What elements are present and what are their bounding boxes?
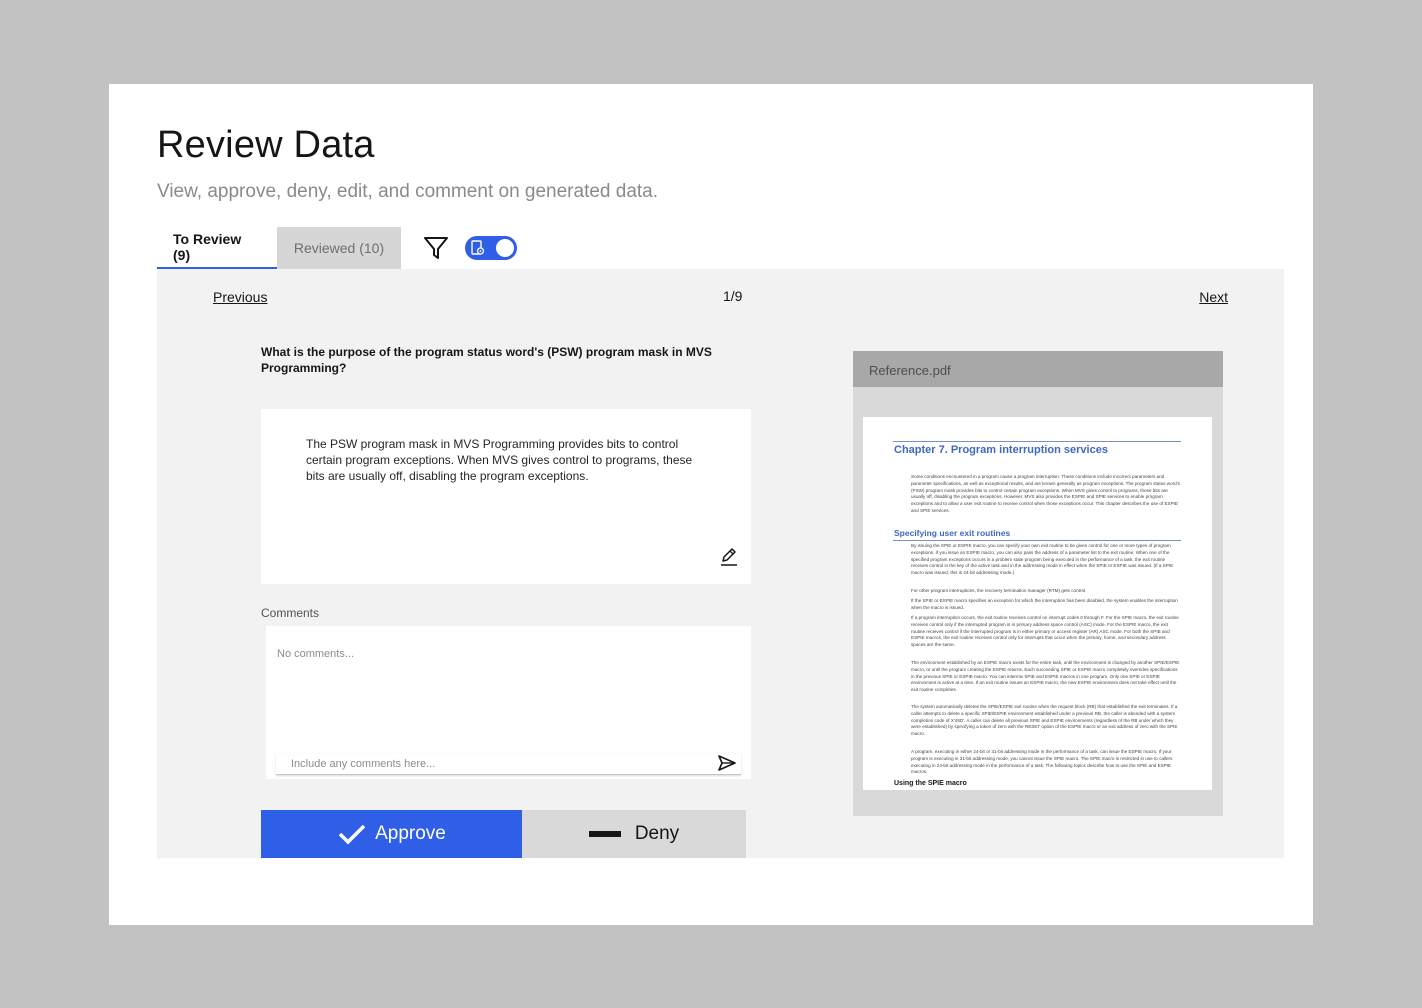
reference-viewer: Reference.pdf Chapter 7. Program interru… [853, 351, 1223, 816]
reference-paragraph: If the SPIE or ESPIE macro specifies an … [911, 598, 1178, 610]
reference-header: Reference.pdf [853, 351, 1223, 387]
reference-paragraph: By issuing the SPIE or ESPIE macro, you … [911, 543, 1174, 576]
comment-input[interactable] [276, 753, 741, 775]
reference-paragraph: The environment established by an ESPIE … [911, 660, 1180, 693]
review-tabs: To Review (9) Reviewed (10) [157, 227, 401, 269]
comments-label: Comments [261, 606, 320, 620]
reference-paragraph: A program, executing in either 24-bit or… [911, 749, 1173, 775]
section-rule [893, 540, 1181, 541]
filter-icon[interactable] [423, 234, 449, 262]
view-toggle[interactable] [465, 236, 517, 260]
reference-paragraph: For other program interruptions, the rec… [911, 588, 1087, 593]
next-link[interactable]: Next [1199, 289, 1228, 305]
toggle-knob [496, 239, 514, 257]
pager-indicator: 1/9 [723, 288, 743, 304]
reference-section-title: Specifying user exit routines [894, 528, 1011, 538]
question-text: What is the purpose of the program statu… [261, 345, 712, 375]
reference-page[interactable]: Chapter 7. Program interruption services… [863, 417, 1212, 790]
send-icon[interactable] [717, 754, 737, 772]
reference-chapter-title: Chapter 7. Program interruption services [894, 444, 1108, 456]
reference-paragraph: The system automatically deletes the SPI… [911, 704, 1178, 737]
deny-button[interactable]: Deny [522, 810, 746, 858]
review-data-card: Review Data View, approve, deny, edit, a… [109, 84, 1313, 925]
no-comments-text: No comments... [277, 648, 355, 660]
subtract-icon [588, 831, 621, 837]
reference-filename: Reference.pdf [869, 363, 951, 378]
previous-link[interactable]: Previous [213, 289, 267, 305]
reference-paragraph: If a program interruption occurs, the ex… [911, 615, 1179, 648]
deny-label: Deny [634, 823, 680, 844]
page-title: Review Data [157, 124, 375, 166]
tab-to-review[interactable]: To Review (9) [157, 227, 277, 269]
comments-box: No comments... [266, 626, 751, 779]
edit-icon[interactable] [719, 546, 739, 568]
reference-subheading: Using the SPIE macro [894, 780, 967, 787]
document-settings-icon [471, 240, 485, 255]
reference-paragraph: Some conditions encountered in a program… [911, 474, 1180, 513]
approve-label: Approve [375, 823, 446, 844]
approve-button[interactable]: Approve [261, 810, 522, 858]
page-subtitle: View, approve, deny, edit, and comment o… [157, 181, 659, 202]
chapter-rule [893, 441, 1181, 442]
review-panel: Previous 1/9 Next What is the purpose of… [157, 269, 1284, 858]
tab-reviewed[interactable]: Reviewed (10) [277, 227, 401, 269]
checkmark-icon [338, 824, 366, 845]
answer-text: The PSW program mask in MVS Programming … [306, 437, 693, 483]
answer-box: The PSW program mask in MVS Programming … [261, 409, 751, 584]
